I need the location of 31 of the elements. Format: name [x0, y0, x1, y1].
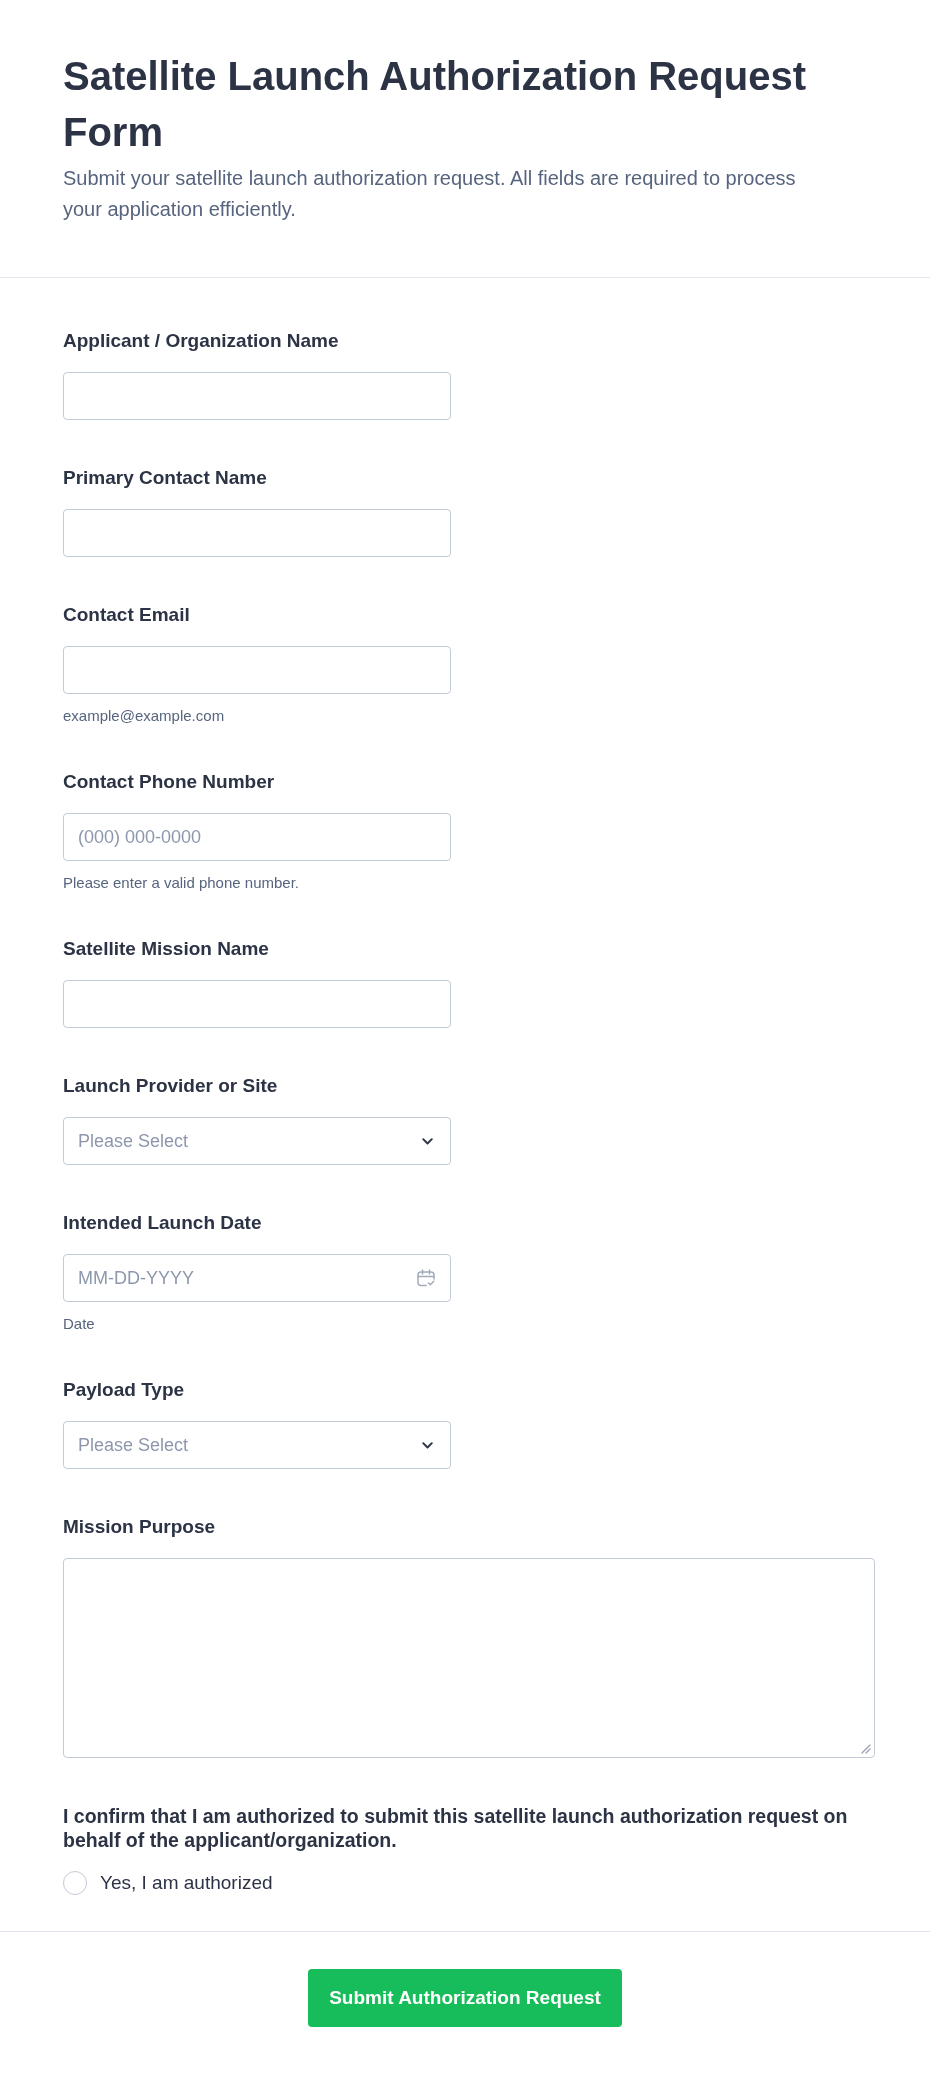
chevron-down-icon [422, 1441, 433, 1449]
text-input[interactable] [63, 372, 451, 420]
form-description: Submit your satellite launch authorization request. All fields are required to process your application efficiently. [63, 166, 797, 222]
submit-button[interactable]: Submit Authorization Request [308, 1969, 622, 2027]
field-hint: Date [63, 1316, 95, 1332]
text-area[interactable] [63, 1558, 875, 1758]
calendar-icon [417, 1269, 435, 1287]
radio-button[interactable] [63, 1871, 87, 1895]
field-label: Primary Contact Name [63, 466, 267, 490]
resize-grip-icon [861, 1744, 871, 1754]
dropdown[interactable]: Please Select [63, 1421, 451, 1469]
field-hint: example@example.com [63, 708, 225, 724]
text-input[interactable] [63, 509, 451, 557]
field-label: Payload Type [63, 1378, 185, 1402]
option-label[interactable]: Yes, I am authorized [100, 1871, 273, 1895]
field-label: Contact Phone Number [63, 770, 275, 794]
field-label: Satellite Mission Name [63, 937, 269, 961]
confirmation-question: I confirm that I am authorized to submit this satellite launch authorization request on behalf of the applicant/organization. [63, 1804, 849, 1852]
field-hint: Please enter a valid phone number. [63, 875, 299, 891]
date-input[interactable]: MM-DD-YYYY [63, 1254, 451, 1302]
field-label: Intended Launch Date [63, 1211, 262, 1235]
text-input[interactable] [63, 646, 451, 694]
text-input[interactable]: (000) 000-0000 [63, 813, 451, 861]
text-input[interactable] [63, 980, 451, 1028]
dropdown[interactable]: Please Select [63, 1117, 451, 1165]
field-label: Launch Provider or Site [63, 1074, 278, 1098]
field-label: Applicant / Organization Name [63, 329, 339, 353]
form-title: Satellite Launch Authorization Request Form [63, 53, 808, 156]
field-label: Mission Purpose [63, 1515, 216, 1539]
chevron-down-icon [422, 1137, 433, 1145]
field-label: Contact Email [63, 603, 190, 627]
